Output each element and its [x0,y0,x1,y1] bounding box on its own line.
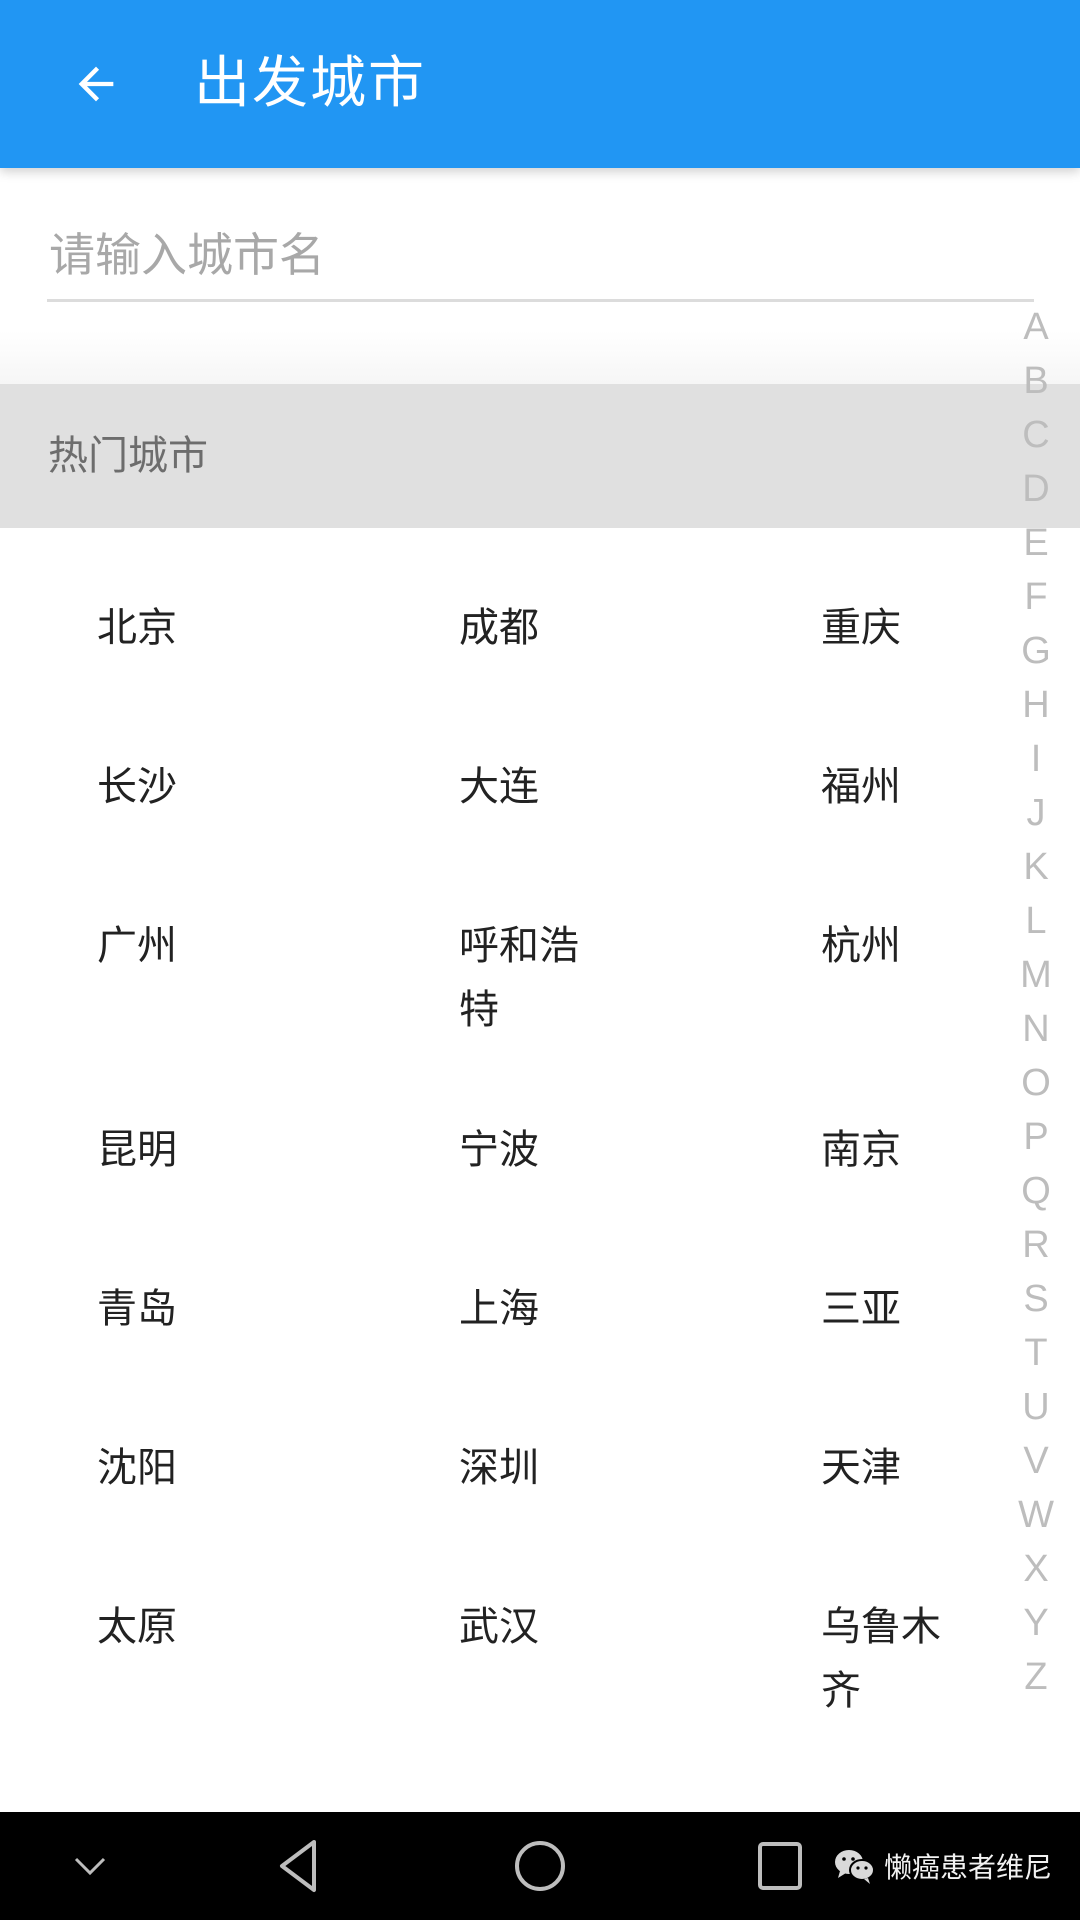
collapse-button[interactable] [50,1834,130,1898]
nav-home-button[interactable] [500,1834,580,1898]
index-letter-t[interactable]: T [1010,1326,1062,1380]
index-letter-w[interactable]: W [1010,1488,1062,1542]
city-item[interactable]: 武汉 [459,1595,609,1659]
index-letter-y[interactable]: Y [1010,1596,1062,1650]
hot-cities-title: 热门城市 [48,433,208,479]
index-letter-j[interactable]: J [1010,786,1062,840]
city-item[interactable]: 太原 [97,1595,247,1659]
index-letter-h[interactable]: H [1010,678,1062,732]
wechat-icon [835,1850,875,1884]
back-button[interactable] [58,46,134,122]
app-bar: 出发城市 [0,0,1080,168]
city-search-input[interactable] [47,210,1034,302]
index-letter-b[interactable]: B [1010,354,1062,408]
index-letter-z[interactable]: Z [1010,1650,1062,1704]
city-item[interactable]: 乌鲁木齐 [821,1595,971,1723]
index-letter-a[interactable]: A [1010,300,1062,354]
alphabet-index-bar[interactable]: ABCDEFGHIJKLMNOPQRSTUVWXYZ [1010,300,1062,1704]
city-item[interactable]: 三亚 [821,1277,971,1341]
city-item[interactable]: 深圳 [459,1436,609,1500]
city-item[interactable]: 昆明 [97,1118,247,1182]
index-letter-n[interactable]: N [1010,1002,1062,1056]
city-item[interactable]: 杭州 [821,914,971,978]
city-item[interactable]: 宁波 [459,1118,609,1182]
index-letter-v[interactable]: V [1010,1434,1062,1488]
nav-recents-button[interactable] [740,1834,820,1898]
index-letter-o[interactable]: O [1010,1056,1062,1110]
city-item[interactable]: 南京 [821,1118,971,1182]
home-circle-icon [515,1841,565,1891]
index-letter-u[interactable]: U [1010,1380,1062,1434]
city-item[interactable]: 上海 [459,1277,609,1341]
city-item[interactable]: 成都 [459,596,609,660]
hot-cities-header: 热门城市 [0,384,1080,528]
index-letter-k[interactable]: K [1010,840,1062,894]
back-triangle-icon [280,1840,316,1892]
index-letter-i[interactable]: I [1010,732,1062,786]
city-item[interactable]: 大连 [459,755,609,819]
watermark-text: 懒癌患者维尼 [884,1851,1053,1884]
index-letter-p[interactable]: P [1010,1110,1062,1164]
search-area-fade [0,330,1080,384]
index-letter-x[interactable]: X [1010,1542,1062,1596]
system-navigation-bar: 懒癌患者维尼 [0,1812,1080,1920]
chevron-down-icon [74,1857,106,1876]
recents-square-icon [758,1842,802,1890]
index-letter-s[interactable]: S [1010,1272,1062,1326]
index-letter-c[interactable]: C [1010,408,1062,462]
index-letter-f[interactable]: F [1010,570,1062,624]
city-item[interactable]: 北京 [97,596,247,660]
index-letter-d[interactable]: D [1010,462,1062,516]
index-letter-e[interactable]: E [1010,516,1062,570]
index-letter-q[interactable]: Q [1010,1164,1062,1218]
city-item[interactable]: 广州 [97,914,247,978]
nav-back-button[interactable] [259,1834,339,1898]
city-item[interactable]: 天津 [821,1436,971,1500]
city-item[interactable]: 沈阳 [97,1436,247,1500]
city-item[interactable]: 长沙 [97,755,247,819]
city-item[interactable]: 呼和浩特 [459,914,609,1042]
city-item[interactable]: 重庆 [821,596,971,660]
page-title: 出发城市 [194,51,426,116]
city-item[interactable]: 福州 [821,755,971,819]
city-item[interactable]: 青岛 [97,1277,247,1341]
index-letter-r[interactable]: R [1010,1218,1062,1272]
index-letter-g[interactable]: G [1010,624,1062,678]
index-letter-l[interactable]: L [1010,894,1062,948]
arrow-left-icon [78,66,114,102]
index-letter-m[interactable]: M [1010,948,1062,1002]
watermark: 懒癌患者维尼 [832,1842,1052,1890]
